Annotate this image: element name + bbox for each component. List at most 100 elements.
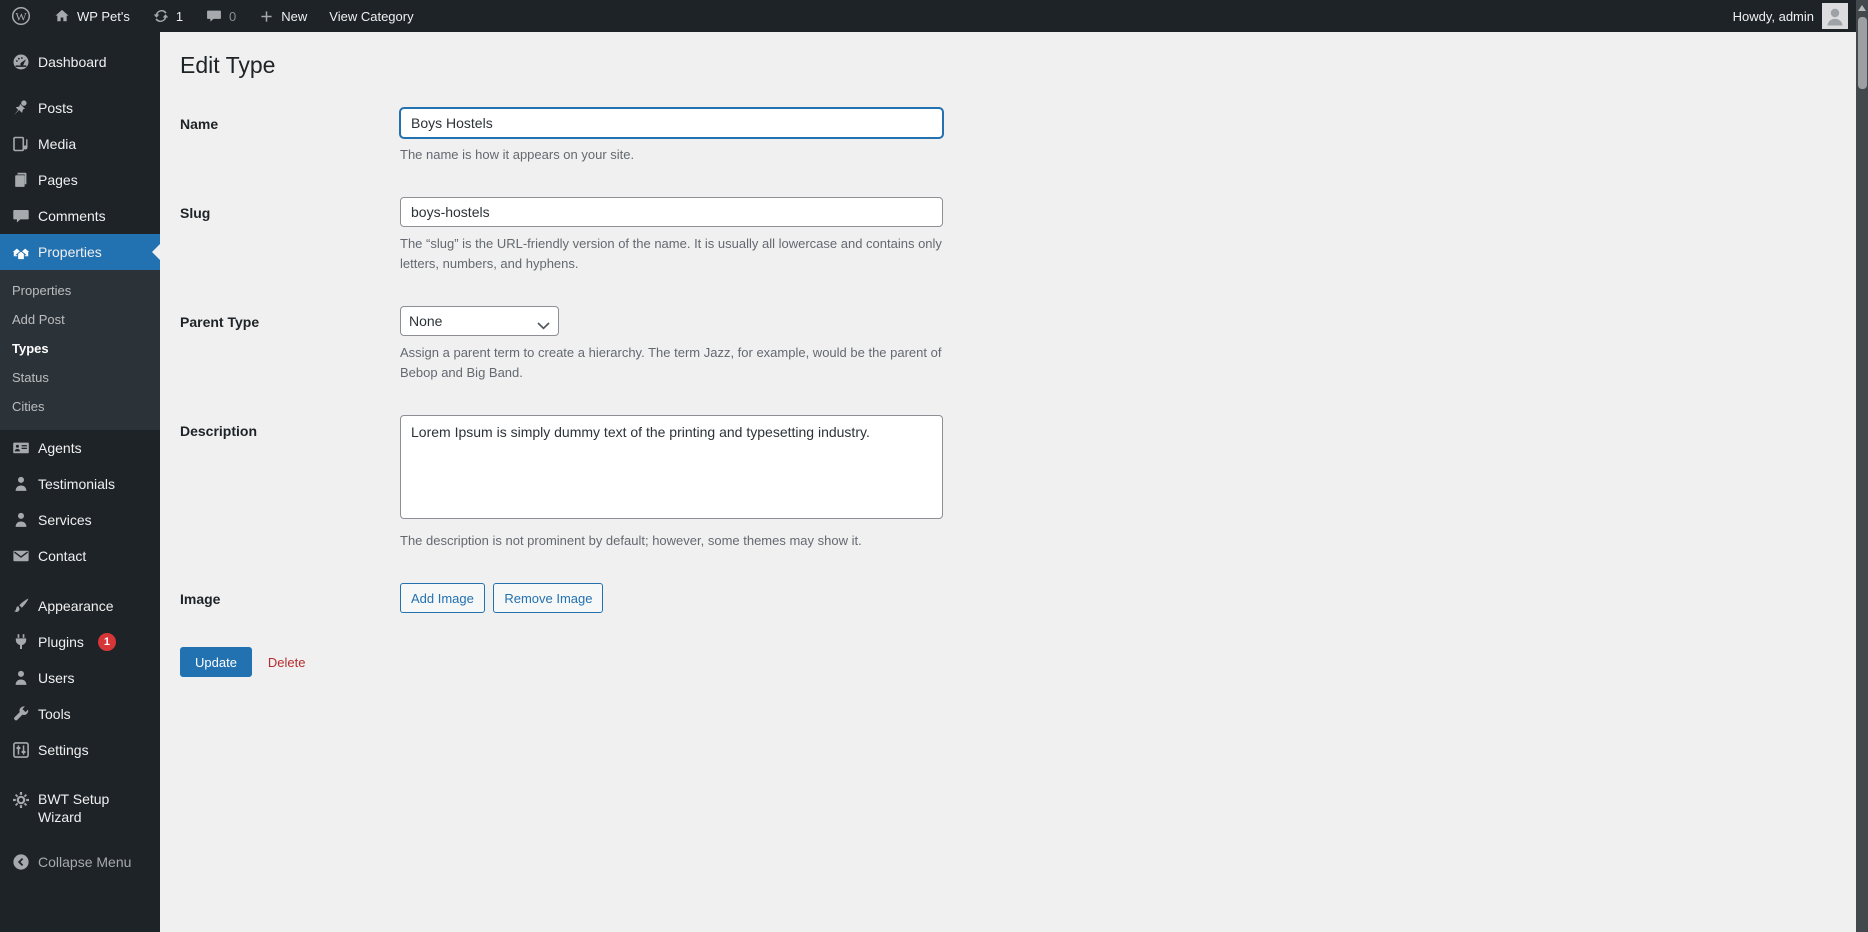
id-card-icon — [11, 438, 31, 458]
wordpress-logo-button[interactable]: W — [0, 0, 42, 32]
slug-label: Slug — [180, 205, 211, 221]
new-label: New — [281, 8, 308, 24]
site-name-menu[interactable]: WP Pet's — [42, 0, 141, 32]
slug-help-text: The “slug” is the URL-friendly version o… — [400, 236, 942, 271]
page-title: Edit Type — [180, 52, 276, 78]
submenu-item-add-post[interactable]: Add Post — [0, 306, 160, 335]
update-count: 1 — [175, 8, 184, 24]
wrench-icon — [11, 704, 31, 724]
slug-input[interactable] — [400, 197, 943, 227]
name-field-row: Name The name is how it appears on your … — [180, 108, 1828, 165]
sidebar-item-testimonials[interactable]: Testimonials — [0, 466, 160, 502]
sidebar-item-label: BWT Setup Wizard — [38, 791, 110, 825]
image-field-row: Image Add Image Remove Image — [180, 583, 1828, 613]
sidebar-item-settings[interactable]: Settings — [0, 732, 160, 768]
new-content-button[interactable]: New — [247, 0, 318, 32]
sidebar-item-media[interactable]: Media — [0, 126, 160, 162]
description-label: Description — [180, 423, 258, 439]
sidebar-item-comments[interactable]: Comments — [0, 198, 160, 234]
sidebar-item-label: Pages — [38, 172, 78, 188]
scrollbar-thumb[interactable] — [1857, 17, 1867, 89]
sidebar-item-agents[interactable]: Agents — [0, 430, 160, 466]
comment-bubble-icon — [205, 7, 223, 25]
sidebar-item-posts[interactable]: Posts — [0, 90, 160, 126]
collapse-menu-button[interactable]: Collapse Menu — [0, 844, 160, 880]
sidebar-item-label: Plugins — [38, 634, 84, 650]
sidebar-item-label: Appearance — [38, 598, 114, 614]
main-content: Edit Type Name The name is how it appear… — [160, 32, 1868, 932]
sidebar-item-plugins[interactable]: Plugins 1 — [0, 624, 160, 660]
submenu-item-cities[interactable]: Cities — [0, 393, 160, 422]
gear-icon — [11, 790, 31, 810]
sidebar-item-label: Contact — [38, 548, 87, 564]
description-help-text: The description is not prominent by defa… — [400, 533, 862, 548]
sidebar-item-label: Posts — [38, 100, 74, 116]
view-category-link[interactable]: View Category — [318, 0, 424, 32]
sidebar-item-properties[interactable]: Properties — [0, 234, 160, 270]
paintbrush-icon — [11, 596, 31, 616]
add-image-button[interactable]: Add Image — [400, 583, 485, 613]
houses-icon — [11, 242, 31, 262]
sidebar-item-label: Testimonials — [38, 476, 116, 492]
parent-field-row: Parent Type None Assign a parent term to… — [180, 306, 1828, 383]
my-account-menu[interactable]: Howdy, admin — [1733, 0, 1848, 32]
submit-row: Update Delete — [180, 647, 1828, 677]
sidebar-item-label: Agents — [38, 440, 82, 456]
name-label: Name — [180, 116, 219, 132]
sidebar-item-bwt-setup-wizard[interactable]: BWT Setup Wizard — [0, 782, 150, 834]
update-icon — [152, 7, 170, 25]
admin-bar-left: W WP Pet's 1 0 New View Category — [0, 0, 425, 32]
sidebar-item-label: Services — [38, 512, 92, 528]
updates-indicator[interactable]: 1 — [141, 0, 194, 32]
home-icon — [53, 7, 71, 25]
menu-separator — [0, 80, 160, 90]
properties-submenu: Properties Add Post Types Status Cities — [0, 270, 160, 430]
sidebar-item-label: Dashboard — [38, 54, 107, 70]
scrollbar-up-arrow[interactable] — [1858, 5, 1866, 11]
sidebar-item-label: Media — [38, 136, 77, 152]
media-icon — [11, 134, 31, 154]
envelope-icon — [11, 546, 31, 566]
sliders-icon — [11, 740, 31, 760]
sidebar-item-appearance[interactable]: Appearance — [0, 588, 160, 624]
window-scrollbar[interactable] — [1856, 0, 1868, 932]
wordpress-logo-icon: W — [11, 6, 31, 26]
collapse-arrow-icon — [11, 852, 31, 872]
sidebar-item-tools[interactable]: Tools — [0, 696, 160, 732]
description-field-row: Description Lorem Ipsum is simply dummy … — [180, 415, 1828, 551]
admin-menu: Dashboard Posts Media Pages Comments Pro… — [0, 32, 160, 932]
howdy-text: Howdy, admin — [1732, 8, 1814, 24]
sidebar-item-users[interactable]: Users — [0, 660, 160, 696]
delete-link[interactable]: Delete — [268, 655, 306, 670]
image-label: Image — [180, 591, 221, 607]
sidebar-item-contact[interactable]: Contact — [0, 538, 160, 574]
remove-image-button[interactable]: Remove Image — [493, 583, 604, 613]
description-textarea[interactable]: Lorem Ipsum is simply dummy text of the … — [400, 415, 943, 519]
name-input[interactable] — [400, 108, 943, 138]
submenu-item-status[interactable]: Status — [0, 364, 160, 393]
person-icon — [11, 474, 31, 494]
sidebar-item-dashboard[interactable]: Dashboard — [0, 44, 160, 80]
sidebar-item-pages[interactable]: Pages — [0, 162, 160, 198]
sidebar-item-label: Users — [38, 670, 75, 686]
site-name: WP Pet's — [77, 8, 130, 24]
sidebar-item-label: Tools — [38, 706, 71, 722]
update-button[interactable]: Update — [180, 647, 252, 677]
comments-indicator[interactable]: 0 — [194, 0, 247, 32]
collapse-menu-label: Collapse Menu — [38, 854, 132, 870]
sidebar-item-label: Settings — [38, 742, 89, 758]
parent-type-select[interactable]: None — [400, 306, 559, 336]
menu-separator — [0, 574, 160, 588]
comment-count: 0 — [229, 8, 237, 24]
view-category-label: View Category — [329, 8, 414, 24]
plugins-update-badge: 1 — [97, 633, 116, 651]
parent-label: Parent Type — [180, 314, 260, 330]
submenu-item-properties[interactable]: Properties — [0, 277, 160, 306]
name-help-text: The name is how it appears on your site. — [400, 147, 635, 162]
svg-text:W: W — [15, 9, 27, 23]
edit-term-form: Name The name is how it appears on your … — [180, 108, 1828, 677]
submenu-item-types[interactable]: Types — [0, 335, 160, 364]
sidebar-item-services[interactable]: Services — [0, 502, 160, 538]
person-icon — [11, 668, 31, 688]
plug-icon — [11, 632, 31, 652]
